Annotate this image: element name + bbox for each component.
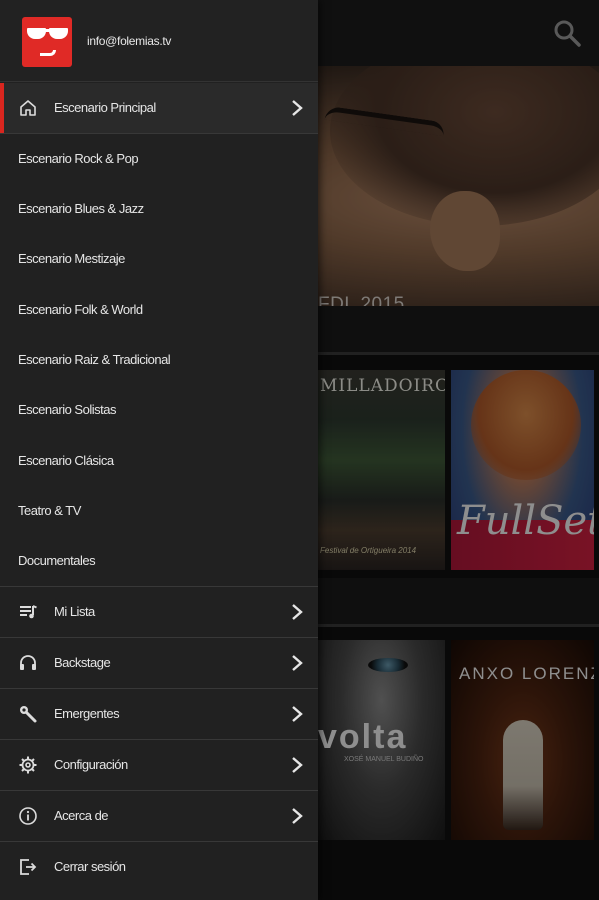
menu-item-label: Escenario Clásica [18, 453, 114, 468]
avatar[interactable] [22, 17, 72, 67]
menu-item-mi-lista[interactable]: Mi Lista [0, 587, 318, 637]
menu-item-raiz-tradicional[interactable]: Escenario Raiz & Tradicional [0, 335, 318, 385]
menu-item-label: Escenario Solistas [18, 402, 116, 417]
menu-item-emergentes[interactable]: Emergentes [0, 689, 318, 739]
menu-item-clasica[interactable]: Escenario Clásica [0, 436, 318, 486]
playlist-icon [20, 605, 37, 619]
chevron-right-icon [292, 808, 303, 824]
headphones-icon [20, 655, 36, 670]
menu-item-rock-pop[interactable]: Escenario Rock & Pop [0, 134, 318, 184]
menu-item-label: Documentales [18, 553, 96, 568]
chevron-right-icon [292, 100, 303, 116]
menu-item-label: Configuración [54, 757, 128, 772]
menu-item-label: Escenario Folk & World [18, 302, 143, 317]
menu-item-cerrar-sesion[interactable]: Cerrar sesión [0, 842, 318, 892]
gear-icon [19, 756, 37, 774]
menu-item-label: Escenario Raiz & Tradicional [18, 352, 171, 367]
home-icon [20, 100, 36, 116]
menu-item-label: Cerrar sesión [54, 859, 126, 874]
menu-item-backstage[interactable]: Backstage [0, 638, 318, 688]
menu-item-teatro-tv[interactable]: Teatro & TV [0, 486, 318, 536]
menu-item-label: Acerca de [54, 808, 109, 823]
drawer-header: info@folemias.tv [0, 0, 318, 82]
logout-icon [20, 859, 37, 875]
chevron-right-icon [292, 655, 303, 671]
info-icon [19, 807, 37, 825]
wrench-icon [20, 706, 37, 723]
menu-item-label: Escenario Principal [54, 100, 156, 115]
menu-item-label: Mi Lista [54, 604, 95, 619]
chevron-right-icon [292, 706, 303, 722]
account-email: info@folemias.tv [87, 34, 172, 48]
menu-item-configuracion[interactable]: Configuración [0, 740, 318, 790]
menu-item-label: Escenario Mestizaje [18, 251, 125, 266]
navigation-drawer: info@folemias.tv Escenario Principal Esc… [0, 0, 318, 900]
menu-item-label: Escenario Blues & Jazz [18, 201, 144, 216]
menu-item-escenario-principal[interactable]: Escenario Principal [0, 83, 318, 133]
menu-item-label: Emergentes [54, 706, 120, 721]
menu-item-blues-jazz[interactable]: Escenario Blues & Jazz [0, 184, 318, 234]
menu-item-label: Escenario Rock & Pop [18, 151, 139, 166]
menu-item-documentales[interactable]: Documentales [0, 536, 318, 586]
chevron-right-icon [292, 757, 303, 773]
menu-item-folk-world[interactable]: Escenario Folk & World [0, 285, 318, 335]
menu-item-label: Teatro & TV [18, 503, 81, 518]
active-indicator [0, 83, 4, 133]
chevron-right-icon [292, 604, 303, 620]
menu-item-mestizaje[interactable]: Escenario Mestizaje [0, 234, 318, 284]
app-screen: FDL 2015 MILLADOIRO Festival de Ortiguei… [0, 0, 599, 900]
menu-item-label: Backstage [54, 655, 111, 670]
menu-item-acerca-de[interactable]: Acerca de [0, 791, 318, 841]
menu-item-solistas[interactable]: Escenario Solistas [0, 385, 318, 435]
